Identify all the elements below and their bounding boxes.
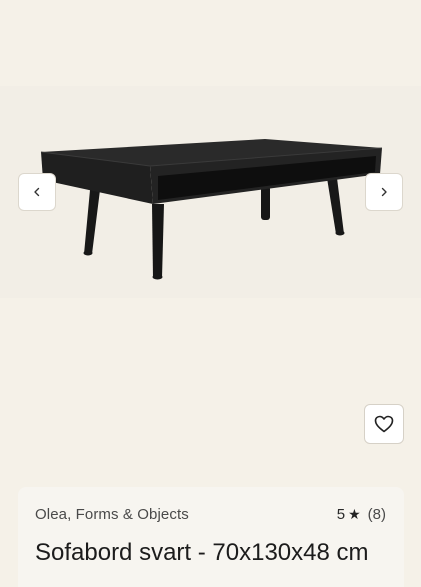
image-gallery[interactable] (0, 0, 421, 458)
favorite-button[interactable] (364, 404, 404, 444)
chevron-left-icon (34, 187, 40, 197)
product-title: Sofabord svart - 70x130x48 cm (35, 539, 369, 566)
heart-icon (374, 415, 394, 433)
chevron-right-icon (381, 187, 387, 197)
product-image (40, 139, 383, 280)
product-info-card: Olea, Forms & Objects 5 ★ (8) Sofabord s… (18, 487, 404, 587)
brand-name[interactable]: Olea, Forms & Objects (35, 506, 189, 523)
rating-count: (8) (367, 506, 386, 523)
rating-summary[interactable]: 5 ★ (8) (337, 506, 386, 523)
rating-value: 5 (336, 506, 346, 523)
next-image-button[interactable] (365, 173, 403, 211)
star-icon: ★ (348, 506, 361, 522)
previous-image-button[interactable] (18, 173, 56, 211)
